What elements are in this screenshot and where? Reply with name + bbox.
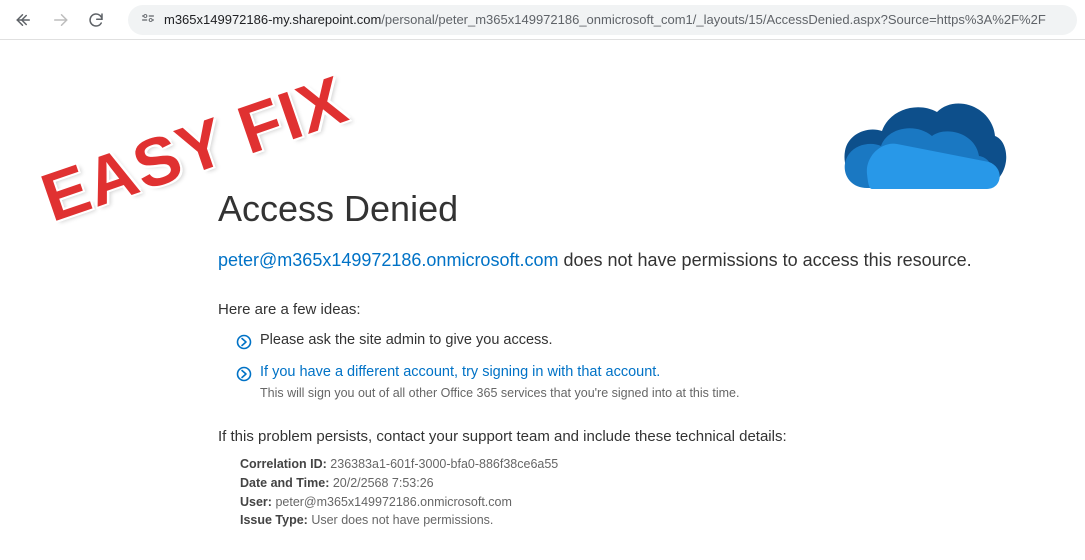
user-email: peter@m365x149972186.onmicrosoft.com [218,250,558,270]
arrow-left-icon [15,11,33,29]
user-label: User: [240,495,272,509]
correlation-id-value: 236383a1-601f-3000-bfa0-886f38ce6a55 [327,457,558,471]
site-settings-icon [140,12,156,28]
arrow-circle-icon [236,366,252,382]
idea-item: Please ask the site admin to give you ac… [236,332,1085,350]
forward-button[interactable] [44,4,76,36]
idea-text: Please ask the site admin to give you ac… [260,332,553,348]
datetime-label: Date and Time: [240,476,329,490]
idea-item: If you have a different account, try sig… [236,364,1085,382]
correlation-id-label: Correlation ID: [240,457,327,471]
sign-in-different-account-link[interactable]: If you have a different account, try sig… [260,364,660,380]
reload-button[interactable] [80,4,112,36]
arrow-circle-icon [236,334,252,350]
technical-details: Correlation ID: 236383a1-601f-3000-bfa0-… [240,455,1085,530]
url-text: m365x149972186-my.sharepoint.com/persona… [164,12,1046,27]
back-button[interactable] [8,4,40,36]
issue-type-value: User does not have permissions. [308,513,494,527]
issue-type-label: Issue Type: [240,513,308,527]
page-content: EASY FIX Access Denied peter@m365x149972… [0,40,1085,530]
address-bar[interactable]: m365x149972186-my.sharepoint.com/persona… [128,5,1077,35]
user-value: peter@m365x149972186.onmicrosoft.com [272,495,512,509]
datetime-value: 20/2/2568 7:53:26 [329,476,433,490]
permission-message: peter@m365x149972186.onmicrosoft.com doe… [218,250,1085,271]
reload-icon [87,11,105,29]
permission-suffix: does not have permissions to access this… [558,250,971,270]
persist-message: If this problem persists, contact your s… [218,428,1085,445]
ideas-heading: Here are a few ideas: [218,301,1085,318]
idea-subtext: This will sign you out of all other Offi… [260,386,1085,400]
onedrive-logo-icon [837,96,1007,206]
arrow-right-icon [51,11,69,29]
browser-toolbar: m365x149972186-my.sharepoint.com/persona… [0,0,1085,40]
